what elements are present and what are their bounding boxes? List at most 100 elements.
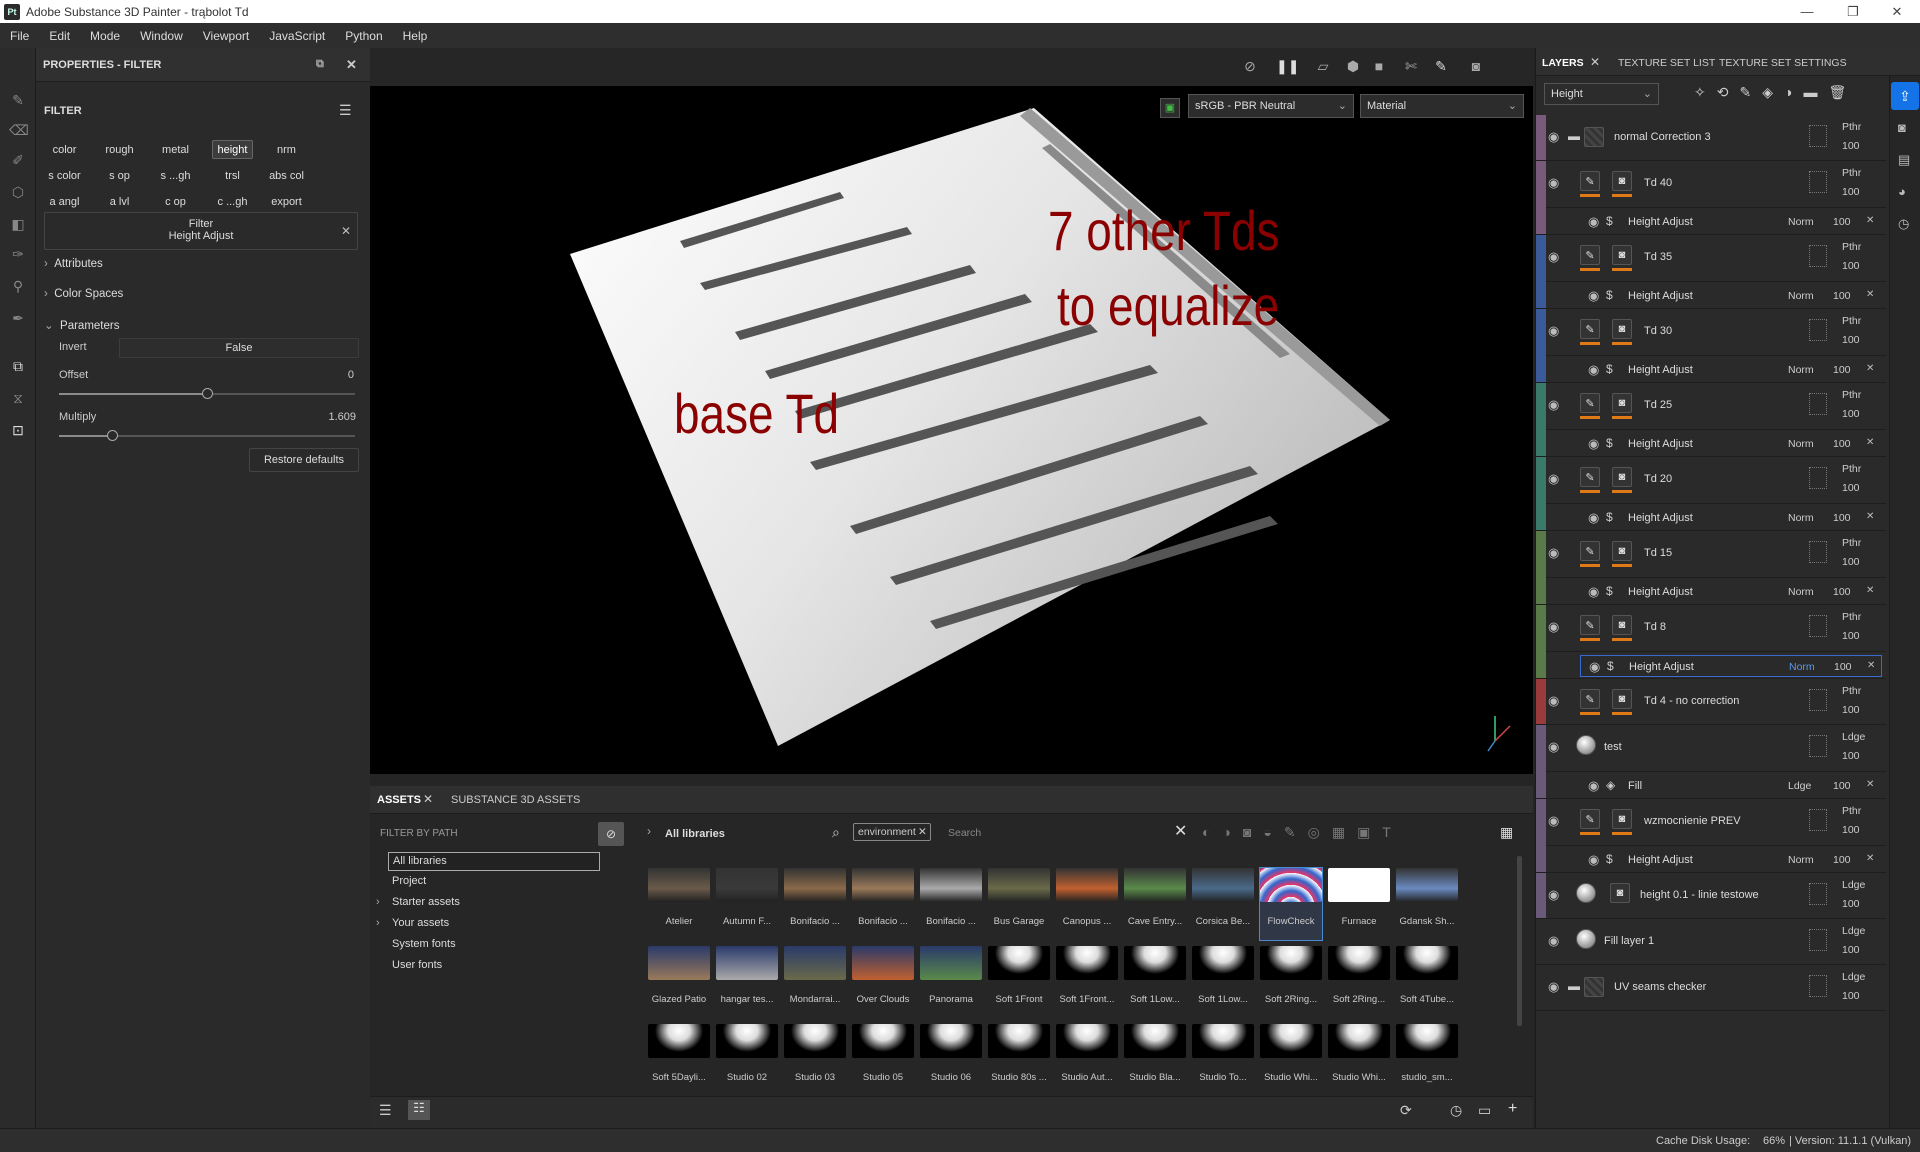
channel-rough[interactable]: rough xyxy=(99,140,140,159)
visibility-eye-icon[interactable]: ◉ xyxy=(1548,887,1559,903)
attributes-section[interactable]: › Attributes xyxy=(44,258,103,270)
effect-blend-mode[interactable]: Norm xyxy=(1788,512,1814,524)
asset-tile[interactable]: Bonifacio ... xyxy=(784,868,846,940)
folder-icon[interactable]: ▬ xyxy=(1568,979,1580,993)
layer-name[interactable]: Fill layer 1 xyxy=(1604,935,1654,947)
asset-tile[interactable]: Atelier xyxy=(648,868,710,940)
tree-item[interactable]: › Your assets xyxy=(376,915,600,934)
mask-filter-icon[interactable]: ◙ xyxy=(1243,824,1251,841)
asset-tile[interactable]: Bonifacio ... xyxy=(920,868,982,940)
effect-opacity[interactable]: 100 xyxy=(1833,364,1851,376)
tree-item[interactable]: › Starter assets xyxy=(376,894,600,913)
layer-opacity[interactable]: 100 xyxy=(1842,990,1860,1002)
visibility-eye-icon[interactable]: ◉ xyxy=(1548,129,1559,145)
tree-item[interactable]: System fonts xyxy=(388,936,600,955)
layer-blend-mode[interactable]: Pthr xyxy=(1842,685,1861,697)
remove-effect-icon[interactable]: ✕ xyxy=(1866,779,1874,790)
layer-row[interactable]: ◉ test Ldge 100 ◉ ◈ Fill Ldge 100 ✕ xyxy=(1536,725,1886,799)
effect-blend-mode[interactable]: Ldge xyxy=(1788,780,1811,792)
layer-blend-mode[interactable]: Pthr xyxy=(1842,611,1861,623)
float-panel-icon[interactable]: ⧉ xyxy=(316,58,324,71)
asset-tile[interactable]: Studio To... xyxy=(1192,1024,1254,1096)
remove-effect-icon[interactable]: ✕ xyxy=(1866,511,1874,522)
menu-icon[interactable]: ☰ xyxy=(339,102,352,119)
filter-selector[interactable]: Filter Height Adjust ✕ xyxy=(44,212,358,250)
screenshot-icon[interactable]: ◙ xyxy=(1467,58,1485,76)
channel-c-op[interactable]: c op xyxy=(155,192,196,211)
effect-blend-mode[interactable]: Norm xyxy=(1788,216,1814,228)
effect-row[interactable]: ◉ ◈ Fill Ldge 100 ✕ xyxy=(1580,775,1882,797)
effect-opacity[interactable]: 100 xyxy=(1833,438,1851,450)
asset-tile[interactable]: Studio 05 xyxy=(852,1024,914,1096)
particle-filter-icon[interactable]: ◎ xyxy=(1308,824,1320,841)
layer-opacity[interactable]: 100 xyxy=(1842,140,1860,152)
add-effect-icon[interactable]: ✧ xyxy=(1694,84,1706,101)
effect-opacity[interactable]: 100 xyxy=(1833,290,1851,302)
channel-abs-col[interactable]: abs col xyxy=(266,166,307,185)
visibility-eye-icon[interactable]: ◉ xyxy=(1588,510,1599,526)
add-icon[interactable]: + xyxy=(1508,1100,1517,1118)
close-tab-icon[interactable]: ✕ xyxy=(423,792,433,806)
asset-tile[interactable]: Glazed Patio xyxy=(648,946,710,1018)
render-icon[interactable]: ⊡ xyxy=(9,422,27,440)
close-icon[interactable]: ✕ xyxy=(1874,0,1920,23)
shader-icon[interactable]: ◕ xyxy=(1898,184,1906,199)
layer-opacity[interactable]: 100 xyxy=(1842,260,1860,272)
asset-tile[interactable]: Bonifacio ... xyxy=(852,868,914,940)
asset-tile[interactable]: Soft 1Low... xyxy=(1124,946,1186,1018)
remove-effect-icon[interactable]: ✕ xyxy=(1866,289,1874,300)
tools-icon[interactable]: ✄ xyxy=(1402,58,1420,76)
assets-scrollbar[interactable] xyxy=(1517,856,1522,1026)
layer-name[interactable]: Td 4 - no correction xyxy=(1644,695,1739,707)
tab-assets[interactable]: ASSETS xyxy=(377,794,421,806)
effect-row[interactable]: ◉ $ Height Adjust Norm 100 ✕ xyxy=(1580,655,1882,677)
visibility-eye-icon[interactable]: ◉ xyxy=(1548,813,1559,829)
layer-opacity[interactable]: 100 xyxy=(1842,898,1860,910)
asset-tile[interactable]: Soft 2Ring... xyxy=(1260,946,1322,1018)
asset-tile[interactable]: Autumn F... xyxy=(716,868,778,940)
effect-blend-mode[interactable]: Norm xyxy=(1789,661,1815,673)
clone-stamp-icon[interactable]: ⚲ xyxy=(9,278,27,296)
remove-effect-icon[interactable]: ✕ xyxy=(1866,585,1874,596)
menu-viewport[interactable]: Viewport xyxy=(193,29,259,43)
grid-view-icon[interactable]: ▦ xyxy=(1500,824,1513,841)
eraser-icon[interactable]: ⌫ xyxy=(9,122,29,140)
asset-tile[interactable]: Mondarrai... xyxy=(784,946,846,1018)
environment-filter-icon[interactable]: ▣ xyxy=(1357,824,1370,841)
log-icon[interactable]: ▤ xyxy=(1898,152,1910,168)
viewport-display-icon[interactable]: ▣ xyxy=(1160,98,1180,118)
layer-name[interactable]: UV seams checker xyxy=(1614,981,1706,993)
layer-blend-mode[interactable]: Pthr xyxy=(1842,167,1861,179)
channel-dropdown[interactable]: Height ⌄ xyxy=(1544,83,1659,105)
layer-opacity[interactable]: 100 xyxy=(1842,944,1860,956)
layer-row[interactable]: ◉ ◙ height 0.1 - linie testowe Ldge 100 xyxy=(1536,873,1886,919)
brush-filter-icon[interactable]: ✎ xyxy=(1284,824,1296,841)
layer-opacity[interactable]: 100 xyxy=(1842,482,1860,494)
tree-item[interactable]: User fonts xyxy=(388,957,600,976)
hide-filter-icon[interactable]: ⊘ xyxy=(598,822,624,846)
layer-blend-mode[interactable]: Pthr xyxy=(1842,537,1861,549)
channel-a-lvl[interactable]: a lvl xyxy=(99,192,140,211)
asset-tile[interactable]: Soft 1Front xyxy=(988,946,1050,1018)
remove-effect-icon[interactable]: ✕ xyxy=(1866,363,1874,374)
effect-blend-mode[interactable]: Norm xyxy=(1788,290,1814,302)
asset-tile[interactable]: Gdansk Sh... xyxy=(1396,868,1458,940)
layer-opacity[interactable]: 100 xyxy=(1842,750,1860,762)
asset-tile[interactable]: hangar tes... xyxy=(716,946,778,1018)
tree-item[interactable]: Project xyxy=(388,873,600,892)
asset-tile[interactable]: Studio 03 xyxy=(784,1024,846,1096)
channel-a-angl[interactable]: a angl xyxy=(44,192,85,211)
asset-tile[interactable]: Soft 1Low... xyxy=(1192,946,1254,1018)
tab-substance-assets[interactable]: SUBSTANCE 3D ASSETS xyxy=(451,794,580,806)
layer-row[interactable]: ◉ ▬ normal Correction 3 Pthr 100 xyxy=(1536,115,1886,161)
add-paint-layer-icon[interactable]: ✎ xyxy=(1739,84,1751,101)
visibility-eye-icon[interactable]: ◉ xyxy=(1548,619,1559,635)
channel-c-gh[interactable]: c ...gh xyxy=(212,192,253,211)
visibility-eye-icon[interactable]: ◉ xyxy=(1588,214,1599,230)
smudge-icon[interactable]: ✑ xyxy=(9,246,27,264)
3d-view-icon[interactable]: ⬢ xyxy=(1344,58,1362,76)
layer-name[interactable]: Td 40 xyxy=(1644,177,1672,189)
texture-filter-icon[interactable]: ▦ xyxy=(1332,824,1345,841)
remove-effect-icon[interactable]: ✕ xyxy=(1867,660,1875,671)
share-icon[interactable]: ⇪ xyxy=(1891,82,1919,110)
